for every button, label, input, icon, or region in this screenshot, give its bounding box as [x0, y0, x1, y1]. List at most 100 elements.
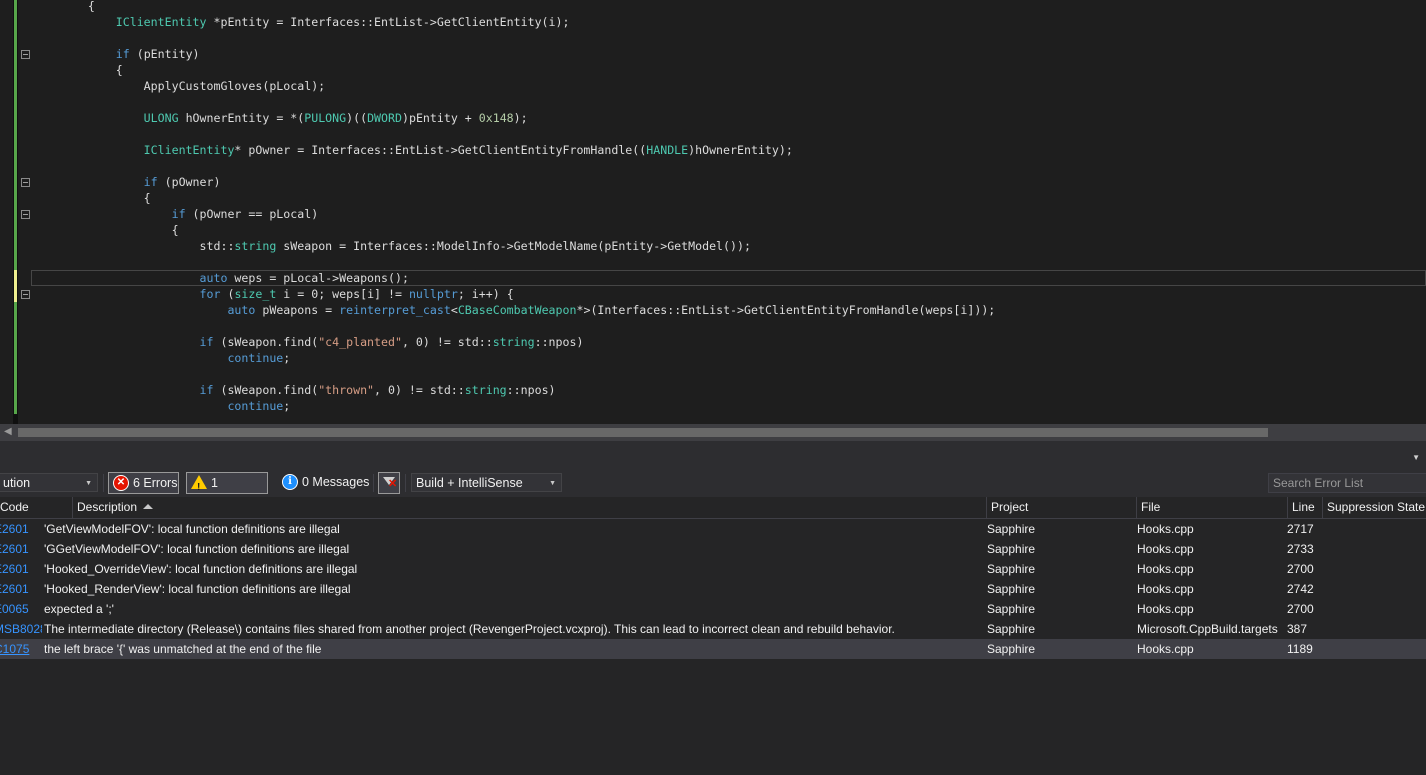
code-token: auto	[32, 271, 228, 285]
table-header: Code Description Project File Line Suppr…	[0, 497, 1426, 519]
code-line[interactable]: {	[32, 62, 1426, 78]
search-error-list-input[interactable]: Search Error List	[1268, 473, 1426, 493]
column-header-line[interactable]: Line	[1287, 497, 1322, 518]
change-marker	[14, 350, 17, 366]
error-code-link[interactable]: E2601	[0, 539, 42, 559]
code-token: hOwnerEntity = *(	[178, 111, 305, 125]
table-row[interactable]: C1075the left brace '{' was unmatched at…	[0, 639, 1426, 659]
code-token: string	[464, 383, 507, 397]
change-marker	[14, 126, 17, 142]
code-line[interactable]: if (pOwner)	[32, 174, 1426, 190]
scrollbar-thumb[interactable]	[18, 428, 1268, 437]
code-token: IClientEntity	[32, 143, 235, 157]
code-line[interactable]: std::string sWeapon = Interfaces::ModelI…	[32, 238, 1426, 254]
dropdown-arrow-icon[interactable]: ▼	[1412, 453, 1420, 462]
error-list-toolbar: ution ▼ ✕ 6 Errors !1 Warning i 0 Messages…	[0, 470, 1426, 510]
code-token: for	[32, 287, 221, 301]
table-row[interactable]: E0065expected a ';' Sapphire Hooks.cpp 2700	[0, 599, 1426, 619]
warnings-filter-button[interactable]: !1 Warning	[186, 472, 268, 510]
scope-dropdown[interactable]: ution ▼	[0, 473, 98, 492]
code-line[interactable]: for (size_t i = 0; weps[i] != nullptr; i…	[32, 286, 1426, 302]
column-header-project-label: Project	[991, 500, 1029, 514]
code-token: , 0) != std::	[374, 383, 465, 397]
column-header-description[interactable]: Description	[72, 497, 986, 518]
column-header-file[interactable]: File	[1136, 497, 1287, 518]
error-code-link[interactable]: E0065	[0, 599, 42, 619]
column-header-project[interactable]: Project	[986, 497, 1136, 518]
code-line[interactable]	[32, 366, 1426, 382]
code-token: (pOwner)	[157, 175, 221, 189]
error-code-link[interactable]: E2601	[0, 559, 42, 579]
collapse-icon[interactable]	[21, 210, 30, 219]
toolbar-separator	[405, 474, 406, 492]
code-line[interactable]: {	[32, 190, 1426, 206]
column-header-description-label: Description	[77, 500, 138, 514]
code-line[interactable]	[32, 126, 1426, 142]
code-line[interactable]	[32, 318, 1426, 334]
table-row[interactable]: E2601'Hooked_RenderView': local function…	[0, 579, 1426, 599]
build-source-dropdown[interactable]: Build + IntelliSense ▼	[411, 473, 562, 492]
collapse-icon[interactable]	[21, 50, 30, 59]
cell-project: Sapphire	[987, 602, 1036, 616]
code-line[interactable]: {	[32, 0, 1426, 14]
panel-splitter[interactable]: ▼	[0, 441, 1426, 470]
messages-filter-button[interactable]: i 0 Messages	[278, 472, 370, 494]
column-header-line-label: Line	[1292, 500, 1315, 514]
table-row[interactable]: MSB8028The intermediate directory (Relea…	[0, 619, 1426, 639]
error-code-link[interactable]: E2601	[0, 579, 42, 599]
code-line[interactable]: ULONG hOwnerEntity = *(PULONG)((DWORD)pE…	[32, 110, 1426, 126]
code-line[interactable]: if (sWeapon.find("thrown", 0) != std::st…	[32, 382, 1426, 398]
messages-filter-label: 0 Messages	[302, 475, 370, 489]
change-marker	[14, 94, 17, 110]
code-token: {	[32, 0, 95, 13]
code-line[interactable]	[32, 158, 1426, 174]
code-token: sWeapon = Interfaces::ModelInfo->GetMode…	[276, 239, 751, 253]
code-line[interactable]: auto weps = pLocal->Weapons();	[31, 270, 1426, 286]
code-line[interactable]	[32, 254, 1426, 270]
code-token: if	[32, 47, 130, 61]
change-marker	[14, 110, 17, 126]
error-code-link[interactable]: E2601	[0, 519, 42, 539]
collapse-icon[interactable]	[21, 290, 30, 299]
column-header-code[interactable]: Code	[0, 497, 72, 518]
error-icon: ✕	[113, 474, 129, 491]
change-marker	[14, 318, 17, 334]
code-token: HANDLE	[646, 143, 689, 157]
cell-project: Sapphire	[987, 622, 1036, 636]
errors-filter-button[interactable]: ✕ 6 Errors	[108, 472, 179, 494]
table-row[interactable]: E2601'Hooked_OverrideView': local functi…	[0, 559, 1426, 579]
table-row[interactable]: E2601'GGetViewModelFOV': local function …	[0, 539, 1426, 559]
cell-project: Sapphire	[987, 522, 1036, 536]
cell-file: Hooks.cpp	[1137, 582, 1194, 596]
code-line[interactable]: ApplyCustomGloves(pLocal);	[32, 78, 1426, 94]
table-row[interactable]: E2601'GetViewModelFOV': local function d…	[0, 519, 1426, 539]
horizontal-scrollbar[interactable]: ◀	[0, 424, 1426, 441]
error-code-link[interactable]: MSB8028	[0, 619, 42, 639]
code-line[interactable]	[32, 30, 1426, 46]
code-editor[interactable]: { IClientEntity *pEntity = Interfaces::E…	[0, 0, 1426, 424]
code-line[interactable]: if (sWeapon.find("c4_planted", 0) != std…	[32, 334, 1426, 350]
code-token: PULONG	[304, 111, 347, 125]
code-line[interactable]: continue;	[32, 398, 1426, 414]
collapse-icon[interactable]	[21, 178, 30, 187]
column-header-suppression-state[interactable]: Suppression State	[1322, 497, 1426, 518]
error-code-link[interactable]: C1075	[0, 639, 42, 659]
column-header-suppression-label: Suppression State	[1327, 500, 1426, 514]
code-line[interactable]: IClientEntity *pEntity = Interfaces::Ent…	[32, 14, 1426, 30]
code-line[interactable]: auto pWeapons = reinterpret_cast<CBaseCo…	[32, 302, 1426, 318]
code-line[interactable]: if (pEntity)	[32, 46, 1426, 62]
code-token: {	[32, 223, 179, 237]
code-line[interactable]	[32, 94, 1426, 110]
code-line[interactable]: if (pOwner == pLocal)	[32, 206, 1426, 222]
cell-line: 2742	[1287, 582, 1314, 596]
clear-filter-button[interactable]: ✕	[378, 472, 400, 494]
code-line[interactable]: IClientEntity* pOwner = Interfaces::EntL…	[32, 142, 1426, 158]
code-token: size_t	[234, 287, 277, 301]
cell-file: Hooks.cpp	[1137, 642, 1194, 656]
code-token: continue	[32, 399, 284, 413]
code-token: "thrown"	[318, 383, 375, 397]
code-line[interactable]: {	[32, 222, 1426, 238]
code-line[interactable]: continue;	[32, 350, 1426, 366]
scroll-left-icon[interactable]: ◀	[4, 426, 16, 438]
code-token: DWORD	[367, 111, 402, 125]
